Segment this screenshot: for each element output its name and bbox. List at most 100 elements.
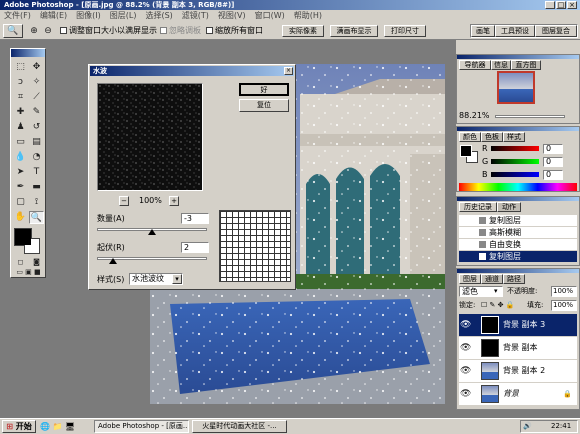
checkbox-resize-window[interactable] <box>60 27 67 34</box>
tab-layers[interactable]: 图层 <box>459 274 481 284</box>
zoom-out-button[interactable]: − <box>119 196 129 206</box>
tab-color[interactable]: 颜色 <box>459 132 481 142</box>
blue-slider[interactable] <box>491 172 539 177</box>
tab-brushes[interactable]: 画笔 <box>471 25 495 37</box>
notes-tool-icon[interactable]: ▢ <box>13 196 28 209</box>
tab-swatches[interactable]: 色板 <box>481 132 503 142</box>
eye-icon[interactable]: 👁 <box>460 365 471 377</box>
lasso-tool-icon[interactable]: ↄ <box>13 76 28 89</box>
task-browser[interactable]: 火星时代动画大社区 -... <box>192 420 287 433</box>
green-input[interactable]: 0 <box>543 157 563 167</box>
dialog-preview[interactable] <box>97 83 203 191</box>
zoom-tool-active-icon[interactable]: 🔍 <box>29 211 44 224</box>
task-photoshop[interactable]: Adobe Photoshop - [原画... <box>94 420 189 433</box>
menu-view[interactable]: 视图(V) <box>218 10 246 22</box>
eye-icon[interactable]: 👁 <box>460 388 471 400</box>
zoom-in-button[interactable]: + <box>169 196 179 206</box>
chevron-down-icon[interactable]: ▾ <box>172 274 182 284</box>
shape-tool-icon[interactable]: ▬ <box>29 181 44 194</box>
navigator-zoom-slider[interactable] <box>495 115 565 118</box>
tab-layer-comps[interactable]: 图层复合 <box>535 25 577 37</box>
foreground-color-swatch-front[interactable] <box>15 229 31 245</box>
eye-icon[interactable]: 👁 <box>460 342 471 354</box>
history-item[interactable]: 高斯模糊 <box>459 227 577 238</box>
menu-filter[interactable]: 滤镜(T) <box>182 10 209 22</box>
screen-mode-icon[interactable]: ▭ ▣ ■ <box>13 267 44 277</box>
fit-screen-button[interactable]: 满画布显示 <box>330 25 378 37</box>
history-brush-tool-icon[interactable]: ↺ <box>29 121 44 134</box>
reset-button[interactable]: 复位 <box>239 99 289 112</box>
style-select[interactable]: 水池波纹 ▾ <box>129 273 183 285</box>
menu-layer[interactable]: 图层(L) <box>110 10 137 22</box>
amount-slider-thumb[interactable] <box>148 229 156 235</box>
blur-tool-icon[interactable]: 💧 <box>13 151 28 164</box>
hand-tool-icon[interactable]: ✋ <box>13 211 28 224</box>
ridges-input[interactable]: 2 <box>181 242 209 253</box>
print-size-button[interactable]: 打印尺寸 <box>384 25 426 37</box>
checkbox-zoom-all[interactable] <box>206 27 213 34</box>
amount-input[interactable]: -3 <box>181 213 209 224</box>
ridges-slider-thumb[interactable] <box>109 258 117 264</box>
layer-row-selected[interactable]: 👁 背景 副本 3 <box>459 314 577 336</box>
brush-tool-icon[interactable]: ✎ <box>29 106 44 119</box>
checkbox-ignore-palettes[interactable] <box>160 27 167 34</box>
layer-row[interactable]: 👁 背景 副本 2 <box>459 360 577 382</box>
minimize-button[interactable]: _ <box>545 1 555 9</box>
tab-channels[interactable]: 通道 <box>481 274 503 284</box>
ok-button[interactable]: 好 <box>239 83 289 96</box>
slice-tool-icon[interactable]: ⟋ <box>29 91 44 104</box>
red-input[interactable]: 0 <box>543 144 563 154</box>
tab-paths[interactable]: 路径 <box>503 274 525 284</box>
healing-brush-tool-icon[interactable]: ✚ <box>13 106 28 119</box>
zoom-in-icon[interactable]: ⊕ <box>28 25 40 37</box>
menu-edit[interactable]: 编辑(E) <box>40 10 67 22</box>
eyedropper-tool-icon[interactable]: ⟟ <box>29 196 44 209</box>
green-slider[interactable] <box>491 159 539 164</box>
history-item-selected[interactable]: 复制图层 <box>459 251 577 262</box>
lock-icons[interactable]: ☐ ✎ ✥ 🔒 <box>481 300 514 311</box>
history-item[interactable]: 自由变换 <box>459 239 577 250</box>
blue-input[interactable]: 0 <box>543 170 563 180</box>
marquee-tool-icon[interactable]: ⬚ <box>13 61 28 74</box>
eye-icon[interactable]: 👁 <box>460 319 471 331</box>
history-item[interactable]: 复制图层 <box>459 215 577 226</box>
pen-tool-icon[interactable]: ✒ <box>13 181 28 194</box>
eraser-tool-icon[interactable]: ▭ <box>13 136 28 149</box>
close-button[interactable]: × <box>567 1 577 9</box>
quick-mask-off-icon[interactable]: ◻ <box>13 257 28 267</box>
zoom-out-icon[interactable]: ⊖ <box>42 25 54 37</box>
color-spectrum[interactable] <box>459 183 577 191</box>
move-tool-icon[interactable]: ✥ <box>29 61 44 74</box>
tab-history[interactable]: 历史记录 <box>459 202 497 212</box>
tab-navigator[interactable]: 导航器 <box>459 60 491 70</box>
quick-mask-on-icon[interactable]: ◙ <box>29 257 44 267</box>
actual-pixels-button[interactable]: 实际像素 <box>282 25 324 37</box>
stamp-tool-icon[interactable]: ♟ <box>13 121 28 134</box>
red-slider[interactable] <box>491 146 539 151</box>
start-button[interactable]: ⊞ 开始 <box>2 420 36 433</box>
type-tool-icon[interactable]: T <box>29 166 44 179</box>
menu-help[interactable]: 帮助(H) <box>294 10 322 22</box>
fill-input[interactable]: 100% <box>551 300 577 311</box>
quicklaunch-icons[interactable]: 🌐 📁 🖥 <box>40 421 90 433</box>
maximize-button[interactable]: □ <box>556 1 566 9</box>
crop-tool-icon[interactable]: ⌗ <box>13 91 28 104</box>
tab-histogram[interactable]: 直方图 <box>511 60 541 70</box>
tab-actions[interactable]: 动作 <box>497 202 521 212</box>
menu-select[interactable]: 选择(S) <box>145 10 172 22</box>
menu-file[interactable]: 文件(F) <box>4 10 31 22</box>
layer-row[interactable]: 👁 背景 副本 <box>459 337 577 359</box>
magic-wand-tool-icon[interactable]: ✧ <box>29 76 44 89</box>
opacity-input[interactable]: 100% <box>551 286 577 297</box>
menu-window[interactable]: 窗口(W) <box>255 10 285 22</box>
dodge-tool-icon[interactable]: ◔ <box>29 151 44 164</box>
gradient-tool-icon[interactable]: ▤ <box>29 136 44 149</box>
tab-tool-presets[interactable]: 工具预设 <box>495 25 535 37</box>
menu-image[interactable]: 图像(I) <box>76 10 101 22</box>
blend-mode-select[interactable]: 滤色 ▾ <box>459 286 503 297</box>
path-select-tool-icon[interactable]: ➤ <box>13 166 28 179</box>
dialog-close-button[interactable]: × <box>284 67 293 75</box>
layer-row[interactable]: 👁 背景 🔒 <box>459 383 577 405</box>
tab-styles[interactable]: 样式 <box>503 132 525 142</box>
tray-icons[interactable]: 🔊 <box>523 421 532 432</box>
